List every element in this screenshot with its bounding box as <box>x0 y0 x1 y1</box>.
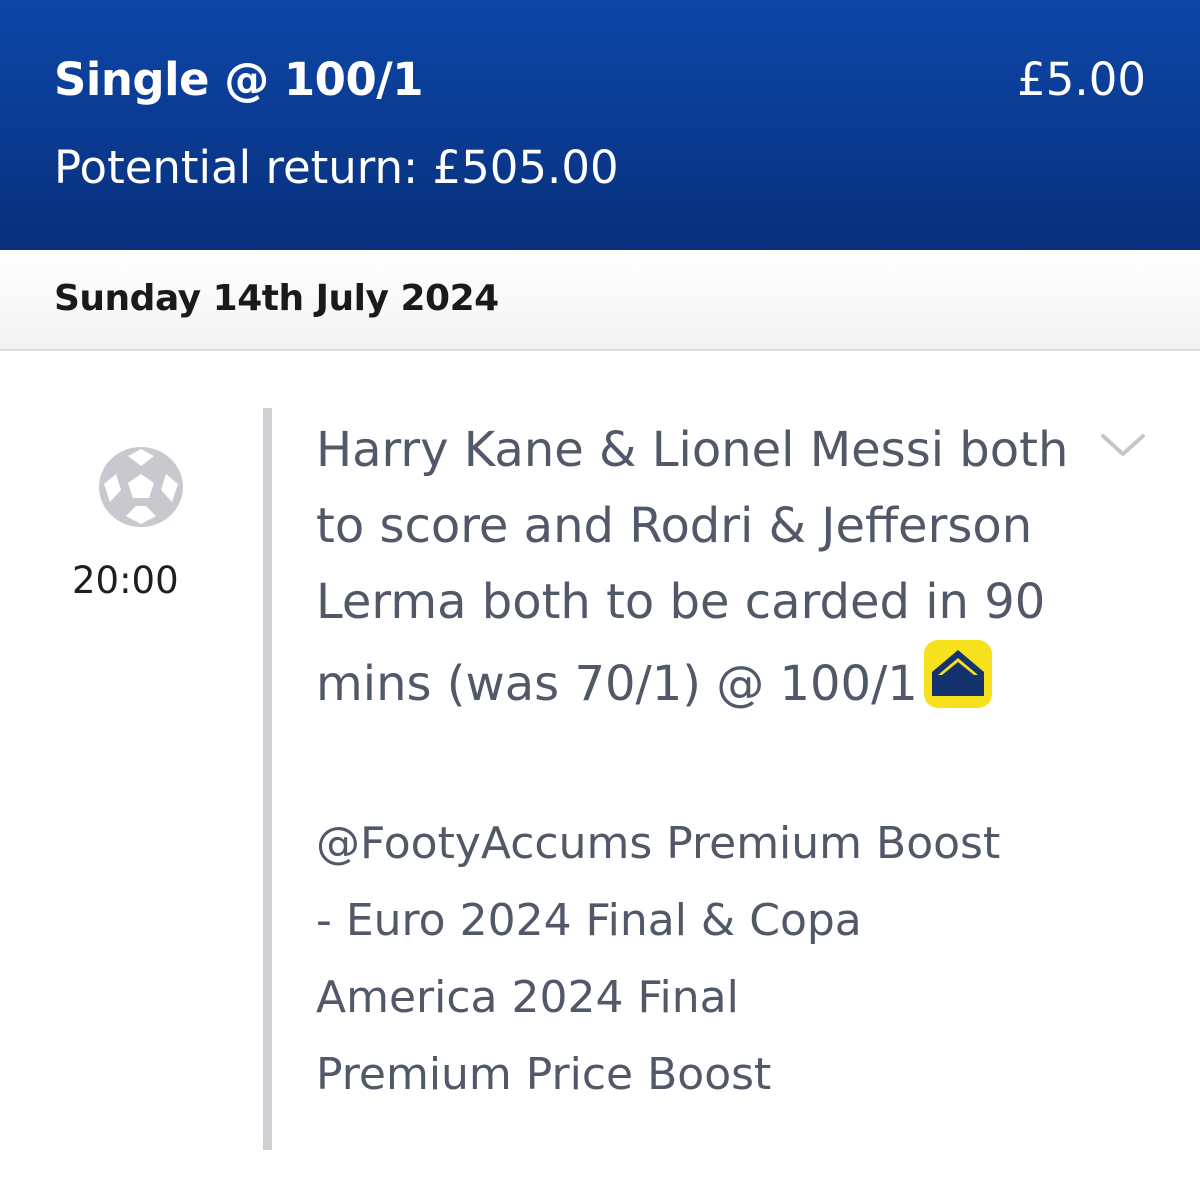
market-line: America 2024 Final <box>316 972 739 1023</box>
bet-summary-header: Single @ 100/1 £5.00 Potential return: £… <box>0 0 1200 250</box>
market-line: @FootyAccums Premium Boost <box>316 818 1001 869</box>
football-icon <box>99 447 183 527</box>
market-line: Premium Price Boost <box>316 1049 772 1100</box>
date-bar: Sunday 14th July 2024 <box>0 250 1200 351</box>
market-name: @FootyAccums Premium Boost - Euro 2024 F… <box>316 805 1116 1113</box>
selection-divider <box>263 408 272 1150</box>
bet-type-label: Single @ 100/1 <box>54 53 424 106</box>
market-line: - Euro 2024 Final & Copa <box>316 895 862 946</box>
event-date: Sunday 14th July 2024 <box>54 278 499 319</box>
stake-amount: £5.00 <box>1017 53 1146 106</box>
selection-description: Harry Kane & Lionel Messi both to score … <box>316 412 1116 722</box>
kickoff-time: 20:00 <box>72 559 179 602</box>
chevron-down-icon[interactable] <box>1100 432 1146 460</box>
potential-return: Potential return: £505.00 <box>54 141 619 194</box>
price-boost-icon <box>923 640 992 708</box>
